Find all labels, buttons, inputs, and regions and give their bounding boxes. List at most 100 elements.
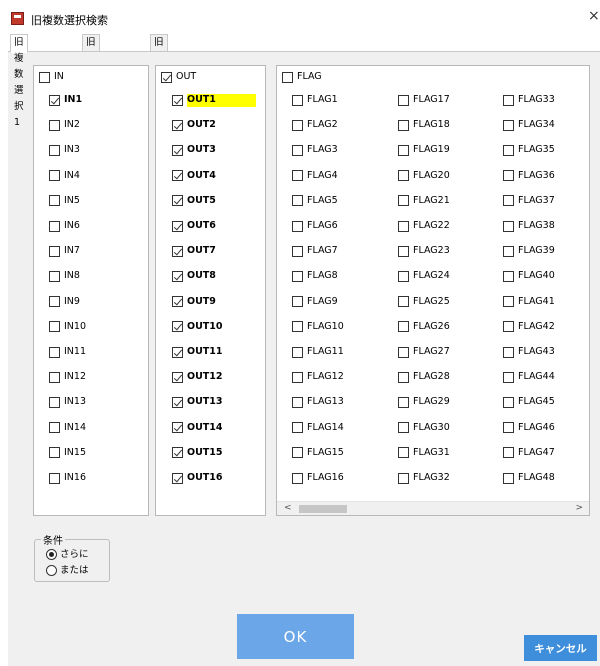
flag-checkbox-flag36[interactable]: FLAG36 [503,169,555,183]
flag-checkbox-flag23[interactable]: FLAG23 [398,244,450,258]
out-checkbox-9[interactable]: OUT9 [172,295,216,309]
flag-checkbox-flag18[interactable]: FLAG18 [398,118,450,132]
flag-checkbox-flag38[interactable]: FLAG38 [503,219,555,233]
flag-checkbox-flag17[interactable]: FLAG17 [398,93,450,107]
flag-checkbox-flag2[interactable]: FLAG2 [292,118,338,132]
flag-checkbox-flag44[interactable]: FLAG44 [503,370,555,384]
flag-checkbox-flag3[interactable]: FLAG3 [292,143,338,157]
out-checkbox-8[interactable]: OUT8 [172,269,216,283]
flag-checkbox-flag27[interactable]: FLAG27 [398,345,450,359]
flag-checkbox-flag32[interactable]: FLAG32 [398,471,450,485]
radio-or[interactable]: または [46,564,89,577]
in-checkbox-3[interactable]: IN3 [49,143,80,157]
tab-multi-select-1[interactable]: 旧複数選択1 [10,34,28,128]
horizontal-scrollbar[interactable]: < > [277,501,589,515]
flag-checkbox-flag26[interactable]: FLAG26 [398,320,450,334]
flag-checkbox-flag47[interactable]: FLAG47 [503,446,555,460]
flag-checkbox-flag29[interactable]: FLAG29 [398,395,450,409]
in-checkbox-6[interactable]: IN6 [49,219,80,233]
out-checkbox-15[interactable]: OUT15 [172,446,223,460]
scroll-right-icon[interactable]: > [575,503,583,513]
flag-checkbox-flag46[interactable]: FLAG46 [503,421,555,435]
checkbox-icon [49,371,60,383]
close-icon[interactable]: × [588,8,600,24]
out-checkbox-3[interactable]: OUT3 [172,143,216,157]
out-checkbox-6[interactable]: OUT6 [172,219,216,233]
radio-further[interactable]: さらに [46,548,89,561]
flag-checkbox-flag35[interactable]: FLAG35 [503,143,555,157]
flag-checkbox-flag30[interactable]: FLAG30 [398,421,450,435]
tab-multi-select-2[interactable]: 旧複数選択2 [82,34,100,128]
in-checkbox-4[interactable]: IN4 [49,169,80,183]
flag-checkbox-flag9[interactable]: FLAG9 [292,295,338,309]
ok-button[interactable]: OK [237,614,354,659]
flag-checkbox-flag21[interactable]: FLAG21 [398,194,450,208]
in-checkbox-8[interactable]: IN8 [49,269,80,283]
flag-checkbox-flag24[interactable]: FLAG24 [398,269,450,283]
flag-checkbox-flag39[interactable]: FLAG39 [503,244,555,258]
flag-checkbox-flag6[interactable]: FLAG6 [292,219,338,233]
in-checkbox-12[interactable]: IN12 [49,370,86,384]
checkbox-label: FLAG37 [518,194,555,206]
in-checkbox-7[interactable]: IN7 [49,244,80,258]
flag-checkbox-flag34[interactable]: FLAG34 [503,118,555,132]
out-checkbox-2[interactable]: OUT2 [172,118,216,132]
flag-checkbox-flag19[interactable]: FLAG19 [398,143,450,157]
in-checkbox-15[interactable]: IN15 [49,446,86,460]
flag-checkbox-flag7[interactable]: FLAG7 [292,244,338,258]
flag-checkbox-flag11[interactable]: FLAG11 [292,345,344,359]
flag-checkbox-flag5[interactable]: FLAG5 [292,194,338,208]
flag-checkbox-flag31[interactable]: FLAG31 [398,446,450,460]
out-checkbox-16[interactable]: OUT16 [172,471,223,485]
in-checkbox-16[interactable]: IN16 [49,471,86,485]
flag-checkbox-flag13[interactable]: FLAG13 [292,395,344,409]
flag-checkbox-flag43[interactable]: FLAG43 [503,345,555,359]
flag-all-checkbox[interactable]: FLAG [282,70,322,84]
flag-checkbox-flag10[interactable]: FLAG10 [292,320,344,334]
flag-checkbox-flag25[interactable]: FLAG25 [398,295,450,309]
in-checkbox-13[interactable]: IN13 [49,395,86,409]
out-checkbox-14[interactable]: OUT14 [172,421,223,435]
in-checkbox-10[interactable]: IN10 [49,320,86,334]
checkbox-label: FLAG15 [307,446,344,458]
flag-checkbox-flag22[interactable]: FLAG22 [398,219,450,233]
checkbox-icon [49,245,60,257]
out-checkbox-4[interactable]: OUT4 [172,169,216,183]
flag-checkbox-flag42[interactable]: FLAG42 [503,320,555,334]
in-all-checkbox[interactable]: IN [39,70,64,84]
flag-checkbox-flag20[interactable]: FLAG20 [398,169,450,183]
out-checkbox-5[interactable]: OUT5 [172,194,216,208]
cancel-button[interactable]: キャンセル [524,635,597,661]
in-checkbox-14[interactable]: IN14 [49,421,86,435]
flag-checkbox-flag48[interactable]: FLAG48 [503,471,555,485]
tab-multi-select-3[interactable]: 旧複数選択3 [150,34,168,128]
in-checkbox-5[interactable]: IN5 [49,194,80,208]
checkbox-label: IN5 [64,194,80,206]
flag-checkbox-flag16[interactable]: FLAG16 [292,471,344,485]
flag-checkbox-flag28[interactable]: FLAG28 [398,370,450,384]
flag-checkbox-flag41[interactable]: FLAG41 [503,295,555,309]
flag-checkbox-flag33[interactable]: FLAG33 [503,93,555,107]
out-checkbox-10[interactable]: OUT10 [172,320,223,334]
scroll-left-icon[interactable]: < [284,503,292,513]
flag-checkbox-flag1[interactable]: FLAG1 [292,93,338,107]
flag-checkbox-flag8[interactable]: FLAG8 [292,269,338,283]
in-checkbox-2[interactable]: IN2 [49,118,80,132]
flag-checkbox-flag45[interactable]: FLAG45 [503,395,555,409]
out-checkbox-13[interactable]: OUT13 [172,395,223,409]
flag-checkbox-flag40[interactable]: FLAG40 [503,269,555,283]
out-all-checkbox[interactable]: OUT [161,70,196,84]
flag-checkbox-flag37[interactable]: FLAG37 [503,194,555,208]
in-checkbox-11[interactable]: IN11 [49,345,86,359]
scroll-thumb[interactable] [299,505,347,513]
flag-checkbox-flag15[interactable]: FLAG15 [292,446,344,460]
flag-checkbox-flag14[interactable]: FLAG14 [292,421,344,435]
out-checkbox-1[interactable]: OUT1 [172,93,256,107]
out-checkbox-12[interactable]: OUT12 [172,370,223,384]
out-checkbox-11[interactable]: OUT11 [172,345,223,359]
flag-checkbox-flag4[interactable]: FLAG4 [292,169,338,183]
out-checkbox-7[interactable]: OUT7 [172,244,216,258]
flag-checkbox-flag12[interactable]: FLAG12 [292,370,344,384]
in-checkbox-9[interactable]: IN9 [49,295,80,309]
in-checkbox-1[interactable]: IN1 [49,93,82,107]
